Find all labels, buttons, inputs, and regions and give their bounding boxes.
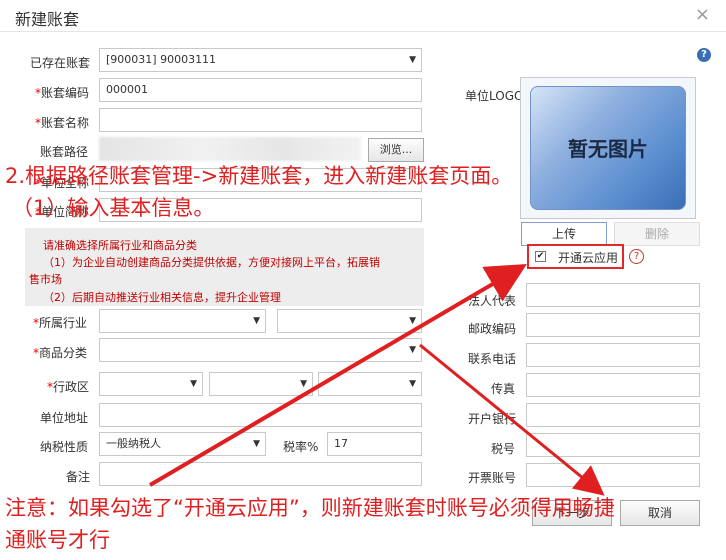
tax-rate-label: 税率%	[283, 440, 319, 454]
cloud-app-highlight: ✔ 开通云应用	[527, 244, 624, 269]
annotation-step-text: 2.根据路径账套管理->新建账套，进入新建账套页面。	[5, 164, 513, 188]
postal-label: 邮政编码	[468, 322, 517, 336]
upload-button[interactable]: 上传	[521, 222, 607, 246]
cloud-app-label[interactable]: 开通云应用	[558, 249, 618, 266]
invoice-account-label: 开票账号	[468, 471, 517, 485]
close-icon[interactable]: ×	[695, 4, 710, 25]
ledger-path-input[interactable]	[99, 137, 361, 161]
phone-label: 联系电话	[468, 352, 517, 366]
chevron-down-icon: ▼	[409, 345, 416, 355]
no-image-placeholder: 暂无图片	[530, 86, 686, 210]
bank-label: 开户银行	[468, 412, 517, 426]
notice-line: （2）后期自动推送行业相关信息，提升企业管理	[43, 291, 281, 304]
district-select[interactable]: ▼	[318, 372, 422, 396]
annotation-note-text: 注意：如果勾选了“开通云应用”，则新建账套时账号必须得用畅捷	[5, 496, 615, 520]
industry-sub-select[interactable]: ▼	[277, 309, 422, 333]
notice-line: 请准确选择所属行业和商品分类	[43, 239, 197, 252]
ledger-name-label: *账套名称	[35, 116, 90, 130]
existing-ledger-select[interactable]: [900031] 90003111 ▼	[99, 48, 422, 72]
dialog-titlebar: 新建账套 ×	[0, 0, 726, 32]
notice-line: （1）为企业自动创建商品分类提供依据，方便对接网上平台，拓展销	[43, 256, 380, 269]
existing-ledger-label: 已存在账套	[30, 56, 91, 70]
taxpayer-value: 一般纳税人	[106, 437, 161, 450]
no-image-text: 暂无图片	[568, 137, 648, 161]
delete-button[interactable]: 删除	[614, 222, 700, 246]
question-icon[interactable]: ?	[629, 249, 644, 264]
province-select[interactable]: ▼	[99, 372, 203, 396]
chevron-down-icon: ▼	[409, 379, 416, 389]
phone-input[interactable]	[526, 343, 700, 367]
tax-rate-input[interactable]: 17	[327, 432, 422, 456]
ledger-path-label: 账套路径	[40, 145, 89, 159]
legal-rep-label: 法人代表	[468, 294, 517, 308]
industry-select[interactable]: ▼	[99, 309, 266, 333]
city-select[interactable]: ▼	[209, 372, 313, 396]
browse-button[interactable]: 浏览...	[368, 138, 424, 162]
dialog-title: 新建账套	[15, 10, 80, 29]
annotation-note-text-cont: 通账号才行	[5, 528, 110, 552]
bank-input[interactable]	[526, 403, 700, 427]
chevron-down-icon: ▼	[253, 439, 260, 449]
fax-input[interactable]	[526, 373, 700, 397]
logo-label: 单位LOGO	[465, 89, 524, 103]
help-icon[interactable]: ?	[697, 48, 711, 62]
notice-line: 售市场	[29, 273, 62, 286]
chevron-down-icon: ▼	[190, 379, 197, 389]
invoice-account-input[interactable]	[526, 463, 700, 487]
address-input[interactable]	[99, 403, 422, 427]
existing-ledger-value: [900031] 90003111	[106, 53, 217, 66]
cancel-button[interactable]: 取消	[620, 500, 700, 526]
category-label: *商品分类	[33, 346, 88, 360]
annotation-substep-text: （1）输入基本信息。	[12, 196, 215, 220]
industry-notice: 请准确选择所属行业和商品分类 （1）为企业自动创建商品分类提供依据，方便对接网上…	[25, 228, 424, 306]
remark-input[interactable]	[99, 462, 422, 486]
legal-rep-input[interactable]	[526, 283, 700, 307]
ledger-code-input[interactable]: 000001	[99, 78, 422, 102]
fax-label: 传真	[491, 382, 516, 396]
taxpayer-select[interactable]: 一般纳税人 ▼	[99, 432, 266, 456]
ledger-code-label: *账套编码	[35, 86, 90, 100]
chevron-down-icon: ▼	[409, 316, 416, 326]
cloud-app-checkbox[interactable]: ✔	[535, 251, 546, 262]
chevron-down-icon: ▼	[253, 316, 260, 326]
tax-no-label: 税号	[491, 442, 516, 456]
taxpayer-label: 纳税性质	[40, 440, 89, 454]
remark-label: 备注	[66, 470, 91, 484]
postal-input[interactable]	[526, 313, 700, 337]
category-select[interactable]: ▼	[99, 338, 422, 362]
logo-preview: 暂无图片	[520, 77, 696, 219]
industry-label: *所属行业	[33, 316, 88, 330]
region-label: *行政区	[47, 380, 90, 394]
ledger-name-input[interactable]	[99, 108, 422, 132]
chevron-down-icon: ▼	[409, 55, 416, 65]
address-label: 单位地址	[40, 411, 89, 425]
chevron-down-icon: ▼	[300, 379, 307, 389]
tax-no-input[interactable]	[526, 433, 700, 457]
